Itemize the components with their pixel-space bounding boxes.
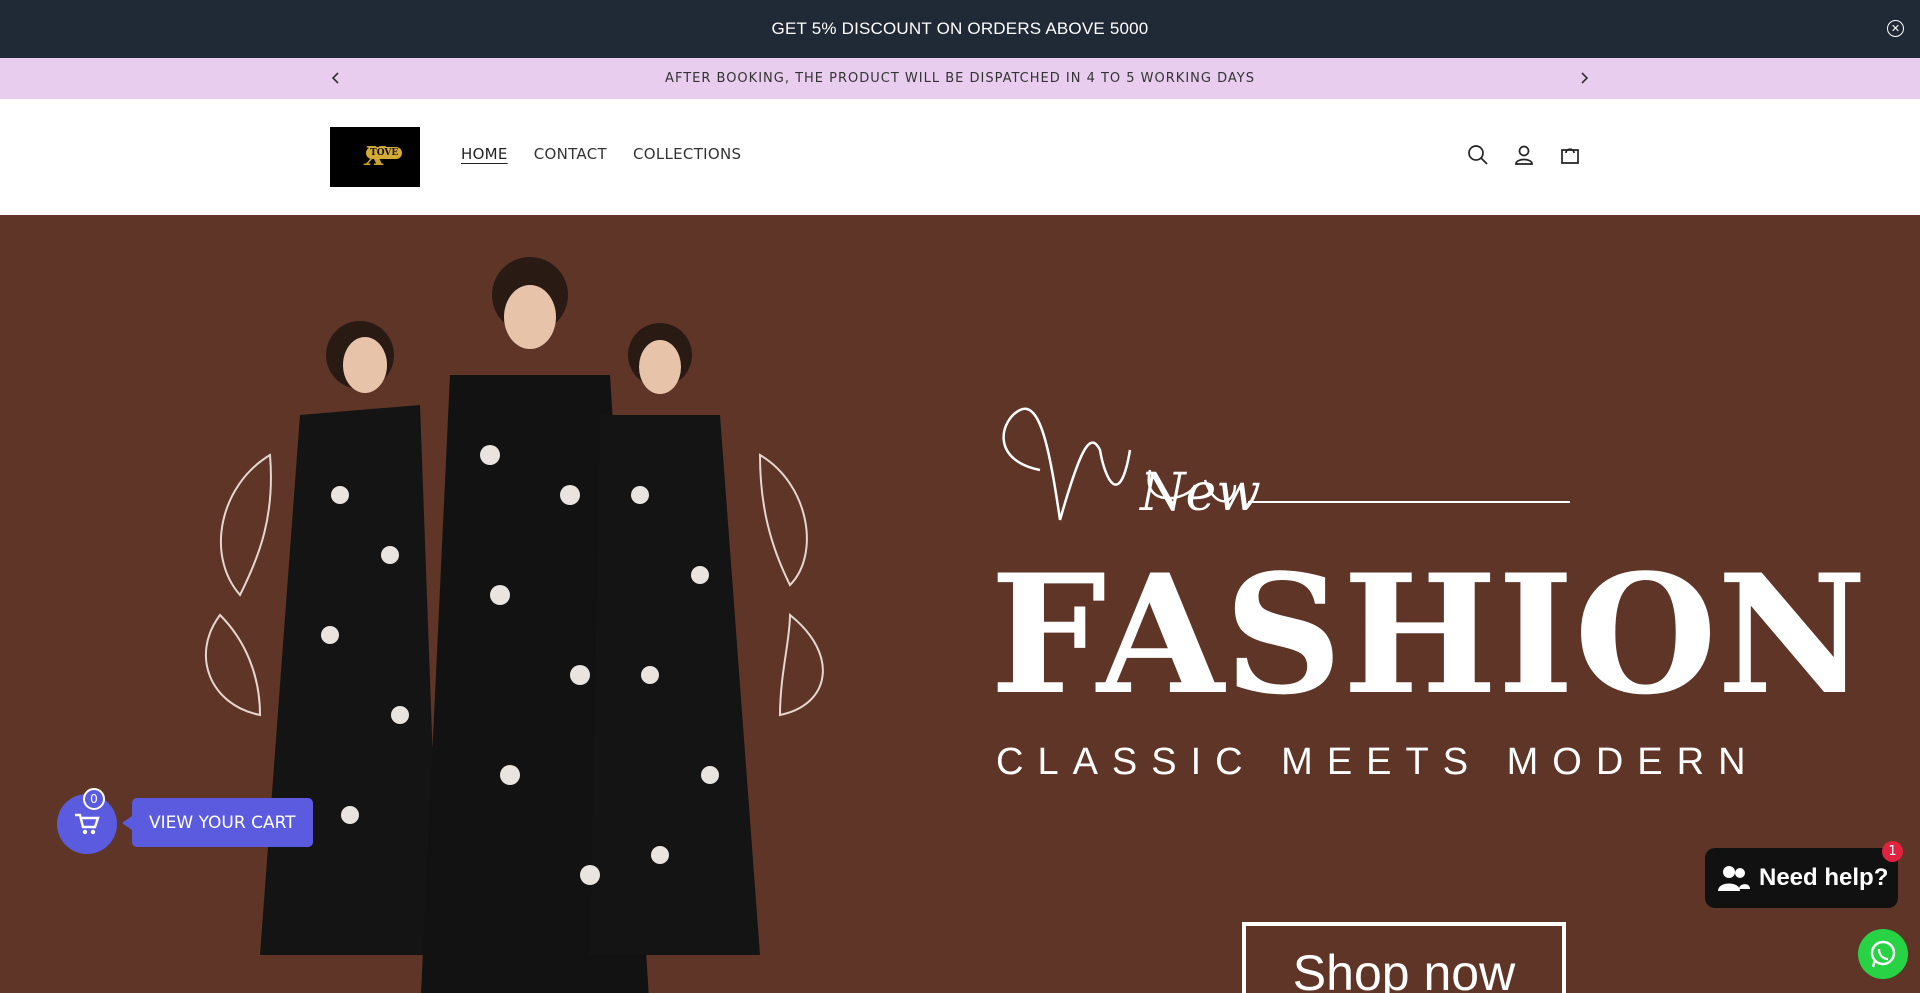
hero-image: [204, 257, 824, 993]
logo[interactable]: X TOVE: [330, 127, 420, 187]
whatsapp-icon[interactable]: [1858, 929, 1908, 979]
main-nav: HOME CONTACT COLLECTIONS: [461, 145, 741, 163]
nav-item-contact[interactable]: CONTACT: [534, 145, 607, 163]
help-notification-badge: 1: [1882, 841, 1903, 862]
announcement-text: AFTER BOOKING, THE PRODUCT WILL BE DISPA…: [665, 71, 1255, 86]
cart-icon: [75, 813, 100, 835]
announcement-bar: AFTER BOOKING, THE PRODUCT WILL BE DISPA…: [0, 58, 1920, 100]
hero-headline: FASHION: [990, 538, 1867, 731]
search-icon[interactable]: [1466, 143, 1490, 167]
chevron-right-icon[interactable]: [1578, 72, 1590, 84]
shop-now-button[interactable]: Shop now: [1242, 922, 1566, 993]
hero-script-word: New: [1002, 407, 1570, 523]
discount-text: GET 5% DISCOUNT ON ORDERS ABOVE 5000: [771, 19, 1149, 38]
account-icon[interactable]: [1512, 143, 1536, 167]
view-cart-button[interactable]: VIEW YOUR CART: [122, 798, 313, 847]
site-header: X TOVE HOME CONTACT COLLECTIONS: [0, 99, 1920, 215]
hero-tagline: CLASSIC MEETS MODERN: [996, 741, 1760, 783]
help-chat-button[interactable]: Need help?: [1705, 848, 1898, 908]
hero-banner[interactable]: New FASHION CLASSIC MEETS MODERN Shop no…: [0, 215, 1920, 993]
nav-item-collections[interactable]: COLLECTIONS: [633, 145, 741, 163]
logo-name: TOVE: [366, 147, 403, 159]
cart-icon[interactable]: [1558, 143, 1582, 167]
script-word-text: New: [1138, 463, 1261, 523]
users-icon: [1718, 866, 1750, 891]
help-label: Need help?: [1759, 864, 1889, 891]
close-icon[interactable]: ✕: [1887, 20, 1904, 37]
chevron-left-icon[interactable]: [330, 72, 342, 84]
header-actions: [1466, 143, 1582, 167]
cart-count-badge: 0: [83, 788, 105, 810]
discount-bar: GET 5% DISCOUNT ON ORDERS ABOVE 5000 ✕: [0, 0, 1920, 58]
nav-item-home[interactable]: HOME: [461, 145, 508, 163]
